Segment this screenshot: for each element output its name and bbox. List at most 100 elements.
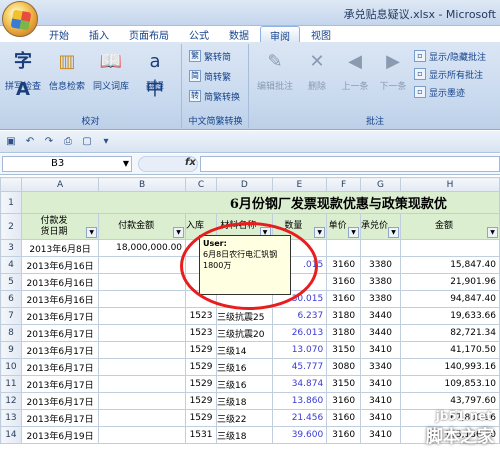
- translate-button[interactable]: a中 翻译: [136, 48, 174, 100]
- formula-input[interactable]: [200, 156, 500, 172]
- print-icon[interactable]: ⎙: [61, 135, 75, 149]
- cell-amount[interactable]: [98, 409, 187, 427]
- column-header[interactable]: D: [216, 177, 273, 192]
- cell-unit-price[interactable]: 3180: [326, 324, 361, 342]
- name-box[interactable]: B3 ▼: [2, 156, 132, 172]
- filter-dropdown-icon[interactable]: ▼: [388, 227, 400, 238]
- row-header[interactable]: 14: [0, 426, 22, 444]
- cell-acceptance-price[interactable]: 3410: [359, 375, 402, 393]
- cell-total[interactable]: 19,633.66: [400, 307, 500, 325]
- cell-stock[interactable]: 1529: [185, 375, 218, 393]
- delete-comment-button[interactable]: ✕ 删除: [298, 48, 336, 92]
- cell-acceptance-price[interactable]: 3380: [359, 256, 402, 274]
- header-amount[interactable]: 付款金额 ▼: [98, 213, 187, 240]
- filter-dropdown-icon[interactable]: ▼: [314, 227, 326, 238]
- show-all-comments-button[interactable]: ▫ 显示所有批注: [414, 66, 483, 82]
- row-header[interactable]: 6: [0, 290, 22, 308]
- cell-unit-price[interactable]: 3160: [326, 273, 361, 291]
- cell-quantity[interactable]: 6.237: [271, 307, 328, 325]
- thesaurus-button[interactable]: 📖 同义词库: [92, 48, 130, 92]
- cell-stock[interactable]: 1529: [185, 392, 218, 410]
- cell-date[interactable]: 2013年6月17日: [20, 307, 100, 325]
- cell-acceptance-price[interactable]: 3410: [359, 409, 402, 427]
- cell-unit-price[interactable]: 3160: [326, 290, 361, 308]
- cell-date[interactable]: 2013年6月17日: [20, 375, 100, 393]
- cell-material[interactable]: 三级16: [216, 375, 273, 393]
- cell-amount[interactable]: [98, 426, 187, 444]
- cell-acceptance-price[interactable]: 3340: [359, 358, 402, 376]
- cell-unit-price[interactable]: 3160: [326, 426, 361, 444]
- row-header[interactable]: 11: [0, 375, 22, 393]
- column-header[interactable]: F: [326, 177, 361, 192]
- cell-total[interactable]: 82,721.34: [400, 324, 500, 342]
- show-hide-comment-button[interactable]: ▫ 显示/隐藏批注: [414, 48, 486, 64]
- cell-material[interactable]: 三级22: [216, 409, 273, 427]
- cell-amount[interactable]: [98, 273, 187, 291]
- cell-acceptance-price[interactable]: 3410: [359, 426, 402, 444]
- cell-stock[interactable]: 1529: [185, 341, 218, 359]
- cell-total[interactable]: 109,853.10: [400, 375, 500, 393]
- filter-dropdown-icon[interactable]: ▼: [86, 227, 98, 238]
- cell-stock[interactable]: 1531: [185, 426, 218, 444]
- cell-amount[interactable]: 18,000,000.00: [98, 239, 187, 257]
- header-total[interactable]: 金额 ▼: [400, 213, 500, 240]
- show-ink-button[interactable]: ▫ 显示墨迹: [414, 84, 465, 100]
- cell-amount[interactable]: [98, 256, 187, 274]
- cell-unit-price[interactable]: 3160: [326, 256, 361, 274]
- cell-amount[interactable]: [98, 392, 187, 410]
- row-header[interactable]: 12: [0, 392, 22, 410]
- insert-function-icon[interactable]: fx: [185, 157, 196, 168]
- cell-acceptance-price[interactable]: 3380: [359, 290, 402, 308]
- cell-stock[interactable]: 1529: [185, 409, 218, 427]
- tab-page-layout[interactable]: 页面布局: [120, 26, 178, 42]
- cell-quantity[interactable]: 39.600: [271, 426, 328, 444]
- cell-quantity[interactable]: 34.874: [271, 375, 328, 393]
- research-button[interactable]: ▥ 信息检索: [48, 48, 86, 92]
- cell-amount[interactable]: [98, 290, 187, 308]
- cell-acceptance-price[interactable]: 3380: [359, 273, 402, 291]
- column-header[interactable]: B: [98, 177, 187, 192]
- cell-unit-price[interactable]: [326, 239, 361, 257]
- spell-check-button[interactable]: 字A 拼写检查: [4, 48, 42, 100]
- office-button[interactable]: [2, 1, 38, 37]
- cell-date[interactable]: 2013年6月16日: [20, 290, 100, 308]
- cell-unit-price[interactable]: 3160: [326, 392, 361, 410]
- cell-date[interactable]: 2013年6月19日: [20, 426, 100, 444]
- row-header[interactable]: 13: [0, 409, 22, 427]
- cell-stock[interactable]: 1529: [185, 358, 218, 376]
- cell-total[interactable]: 21,901.96: [400, 273, 500, 291]
- cell-unit-price[interactable]: 3080: [326, 358, 361, 376]
- row-header[interactable]: 1: [0, 191, 22, 214]
- header-unit-price[interactable]: 单价 ▼: [326, 213, 361, 240]
- column-header[interactable]: A: [20, 177, 100, 192]
- column-header[interactable]: H: [400, 177, 500, 192]
- cell-date[interactable]: 2013年6月17日: [20, 341, 100, 359]
- column-header[interactable]: C: [185, 177, 218, 192]
- filter-dropdown-icon[interactable]: ▼: [173, 227, 185, 238]
- select-all-corner[interactable]: [0, 177, 22, 192]
- trad-to-simp-button[interactable]: 繁繁转简: [189, 48, 231, 64]
- cell-acceptance-price[interactable]: 3410: [359, 392, 402, 410]
- tab-view[interactable]: 视图: [302, 26, 340, 42]
- simp-to-trad-button[interactable]: 简简转繁: [189, 68, 231, 84]
- header-acceptance-price[interactable]: 承兑价 ▼: [359, 213, 402, 240]
- cell-stock[interactable]: 1523: [185, 324, 218, 342]
- row-header[interactable]: 3: [0, 239, 22, 257]
- tab-data[interactable]: 数据: [220, 26, 258, 42]
- redo-icon[interactable]: ↷: [42, 135, 56, 149]
- previous-comment-button[interactable]: ◀ 上一条: [336, 48, 374, 92]
- row-header[interactable]: 2: [0, 213, 22, 240]
- cell-acceptance-price[interactable]: 3440: [359, 324, 402, 342]
- cell-acceptance-price[interactable]: 3440: [359, 307, 402, 325]
- cell-date[interactable]: 2013年6月16日: [20, 256, 100, 274]
- cell-amount[interactable]: [98, 307, 187, 325]
- cell-material[interactable]: 三级18: [216, 392, 273, 410]
- header-date[interactable]: 付款发 货日期 ▼: [20, 213, 100, 240]
- next-comment-button[interactable]: ▶ 下一条: [374, 48, 412, 92]
- cell-amount[interactable]: [98, 341, 187, 359]
- row-header[interactable]: 10: [0, 358, 22, 376]
- cell-quantity[interactable]: 45.777: [271, 358, 328, 376]
- cell-amount[interactable]: [98, 324, 187, 342]
- row-header[interactable]: 8: [0, 324, 22, 342]
- customize-qat-icon[interactable]: ▾: [99, 135, 113, 149]
